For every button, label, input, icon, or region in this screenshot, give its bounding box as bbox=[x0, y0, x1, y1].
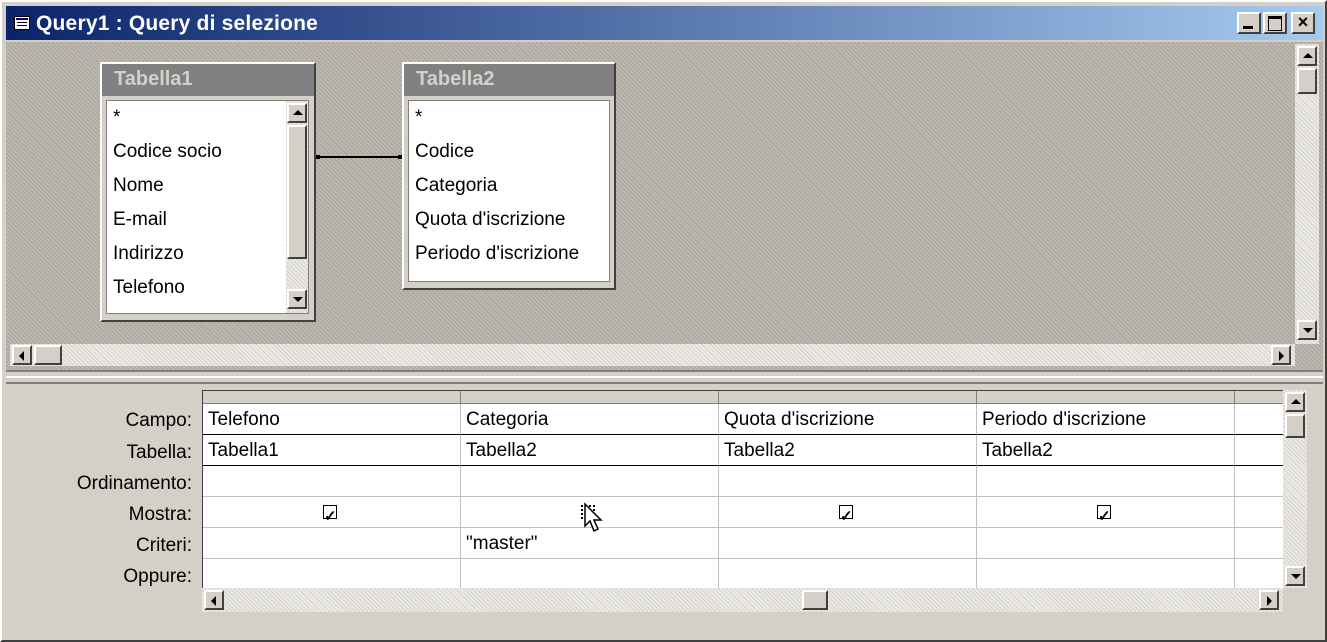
scroll-down-button[interactable] bbox=[1297, 320, 1317, 340]
table-title[interactable]: Tabella2 bbox=[404, 64, 614, 96]
close-button[interactable]: × bbox=[1291, 12, 1315, 34]
relationship-end bbox=[316, 155, 320, 159]
scroll-thumb[interactable] bbox=[1297, 68, 1317, 94]
query-design-grid[interactable]: Telefono Tabella1 Categoria Tabella2 "ma… bbox=[202, 390, 1283, 588]
criteria-cell[interactable] bbox=[977, 528, 1235, 559]
field-cell[interactable] bbox=[1235, 404, 1283, 435]
field-list-tabella1[interactable]: Tabella1 * Codice socio Nome E-mail Indi… bbox=[100, 62, 316, 322]
scroll-up-button[interactable] bbox=[287, 103, 307, 123]
grid-column[interactable]: Telefono Tabella1 bbox=[203, 391, 461, 588]
show-cell[interactable] bbox=[203, 497, 461, 532]
field-item[interactable]: E-mail bbox=[107, 203, 308, 237]
sort-cell[interactable] bbox=[461, 466, 719, 497]
scroll-right-button[interactable] bbox=[1271, 345, 1291, 365]
criteria-cell[interactable] bbox=[1235, 528, 1283, 559]
row-label-campo: Campo: bbox=[125, 410, 192, 431]
grid-column[interactable]: Quota d'iscrizione Tabella2 bbox=[719, 391, 977, 588]
table-cell[interactable] bbox=[1235, 435, 1283, 466]
field-list-tabella2[interactable]: Tabella2 * Codice Categoria Quota d'iscr… bbox=[402, 62, 616, 290]
field-item[interactable]: Quota d'iscrizione bbox=[409, 203, 609, 237]
sort-cell[interactable] bbox=[977, 466, 1235, 497]
row-label-ordinamento: Ordinamento: bbox=[76, 473, 192, 494]
scroll-down-button[interactable] bbox=[1285, 566, 1305, 586]
criteria-cell[interactable] bbox=[203, 528, 461, 559]
field-item[interactable]: Codice socio bbox=[107, 135, 308, 169]
show-cell[interactable] bbox=[719, 497, 977, 532]
field-item[interactable]: Categoria bbox=[409, 169, 609, 203]
scroll-up-button[interactable] bbox=[1297, 46, 1317, 66]
column-selector[interactable] bbox=[461, 391, 719, 404]
scroll-thumb[interactable] bbox=[287, 125, 307, 259]
sort-cell[interactable] bbox=[203, 466, 461, 497]
table-cell[interactable]: Tabella2 bbox=[719, 435, 977, 466]
maximize-button[interactable] bbox=[1263, 12, 1287, 34]
field-item[interactable]: Telefono bbox=[107, 271, 308, 305]
scroll-up-button[interactable] bbox=[1285, 392, 1305, 412]
field-item[interactable]: * bbox=[107, 101, 308, 135]
scroll-thumb[interactable] bbox=[1285, 414, 1305, 438]
show-checkbox[interactable] bbox=[839, 501, 853, 532]
field-item[interactable]: Indirizzo bbox=[107, 237, 308, 271]
field-item[interactable]: * bbox=[409, 101, 609, 135]
row-label-criteri: Criteri: bbox=[136, 535, 192, 556]
pane-splitter[interactable] bbox=[6, 370, 1323, 384]
design-horizontal-scrollbar[interactable] bbox=[10, 344, 1295, 366]
show-cell[interactable] bbox=[1235, 497, 1283, 528]
grid-horizontal-scrollbar[interactable] bbox=[202, 588, 1283, 612]
table-cell[interactable]: Tabella1 bbox=[203, 435, 461, 466]
column-selector[interactable] bbox=[203, 391, 461, 404]
field-item[interactable]: Codice bbox=[409, 135, 609, 169]
field-list[interactable]: * Codice socio Nome E-mail Indirizzo Tel… bbox=[106, 100, 309, 314]
scroll-thumb[interactable] bbox=[802, 590, 828, 610]
grid-column[interactable]: Periodo d'iscrizione Tabella2 bbox=[977, 391, 1235, 588]
table-title[interactable]: Tabella1 bbox=[102, 64, 314, 96]
or-cell[interactable] bbox=[461, 559, 719, 588]
show-cell[interactable] bbox=[977, 497, 1235, 532]
scroll-left-button[interactable] bbox=[12, 345, 32, 365]
or-cell[interactable] bbox=[977, 559, 1235, 588]
or-cell[interactable] bbox=[1235, 559, 1283, 588]
row-label-mostra: Mostra: bbox=[128, 504, 192, 525]
row-label-oppure: Oppure: bbox=[123, 566, 192, 587]
window-title: Query1 : Query di selezione bbox=[36, 12, 318, 35]
title-bar[interactable]: Query1 : Query di selezione × bbox=[6, 6, 1323, 40]
column-selector[interactable] bbox=[719, 391, 977, 404]
minimize-button[interactable] bbox=[1237, 12, 1261, 34]
mouse-pointer-icon bbox=[584, 502, 603, 533]
or-cell[interactable] bbox=[203, 559, 461, 588]
column-selector[interactable] bbox=[1235, 391, 1283, 404]
relationship-line[interactable] bbox=[316, 156, 402, 158]
grid-column[interactable]: Categoria Tabella2 "master" bbox=[461, 391, 719, 588]
field-cell[interactable]: Periodo d'iscrizione bbox=[977, 404, 1235, 435]
sort-cell[interactable] bbox=[1235, 466, 1283, 497]
show-checkbox[interactable] bbox=[323, 501, 337, 532]
table-cell[interactable]: Tabella2 bbox=[461, 435, 719, 466]
field-list-scrollbar[interactable] bbox=[286, 101, 308, 313]
field-item[interactable]: Periodo d'iscrizione bbox=[409, 237, 609, 271]
query-window: Query1 : Query di selezione × Tabella1 *… bbox=[0, 0, 1327, 642]
field-cell[interactable]: Quota d'iscrizione bbox=[719, 404, 977, 435]
scroll-left-button[interactable] bbox=[204, 590, 224, 610]
field-list[interactable]: * Codice Categoria Quota d'iscrizione Pe… bbox=[408, 100, 610, 282]
scroll-right-button[interactable] bbox=[1259, 590, 1279, 610]
field-cell[interactable]: Telefono bbox=[203, 404, 461, 435]
column-selector[interactable] bbox=[977, 391, 1235, 404]
table-cell[interactable]: Tabella2 bbox=[977, 435, 1235, 466]
show-checkbox[interactable] bbox=[1097, 501, 1111, 532]
table-design-area[interactable]: Tabella1 * Codice socio Nome E-mail Indi… bbox=[6, 42, 1323, 370]
field-item[interactable]: Nome bbox=[107, 169, 308, 203]
scroll-down-button[interactable] bbox=[287, 289, 307, 309]
row-label-tabella: Tabella: bbox=[126, 442, 193, 463]
scroll-thumb[interactable] bbox=[34, 345, 62, 365]
field-cell[interactable]: Categoria bbox=[461, 404, 719, 435]
query-icon bbox=[14, 16, 30, 30]
grid-column[interactable] bbox=[1235, 391, 1283, 588]
criteria-cell[interactable] bbox=[719, 528, 977, 559]
sort-cell[interactable] bbox=[719, 466, 977, 497]
design-vertical-scrollbar[interactable] bbox=[1295, 44, 1319, 344]
grid-vertical-scrollbar[interactable] bbox=[1283, 390, 1307, 588]
or-cell[interactable] bbox=[719, 559, 977, 588]
